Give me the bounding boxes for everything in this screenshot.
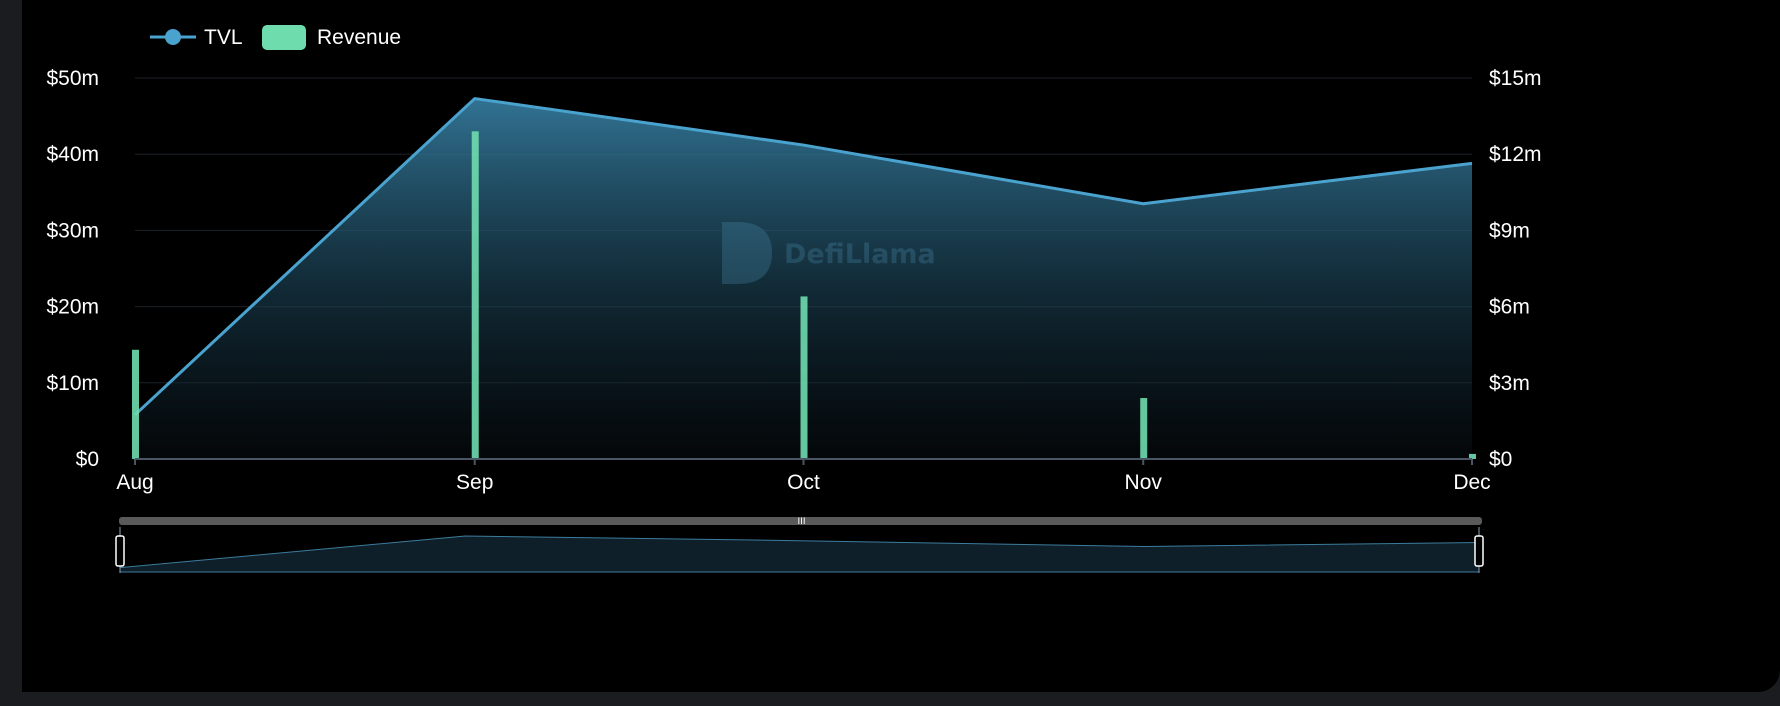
y-left-tick-label: $20m <box>46 296 99 319</box>
y-right-tick-label: $15m <box>1489 67 1542 90</box>
legend-item-revenue[interactable]: Revenue <box>262 25 401 50</box>
y-right-tick-label: $0 <box>1489 448 1512 471</box>
legend-item-tvl[interactable]: TVL <box>150 26 243 49</box>
y-right-tick-label: $9m <box>1489 219 1530 242</box>
x-tick-label: Oct <box>787 471 820 494</box>
legend-revenue-swatch-icon <box>262 25 306 50</box>
legend-tvl-dot-icon <box>165 29 181 45</box>
zoom-slider[interactable]: III <box>115 517 1484 573</box>
legend-label-tvl: TVL <box>204 26 243 49</box>
y-left-tick-label: $10m <box>46 372 99 395</box>
y-right-tick-label: $12m <box>1489 143 1542 166</box>
legend-label-revenue: Revenue <box>317 26 401 49</box>
slider-right-handle[interactable] <box>1474 535 1484 567</box>
y-left-tick-label: $50m <box>46 67 99 90</box>
y-left-tick-label: $30m <box>46 219 99 242</box>
x-tick-label: Sep <box>456 471 493 494</box>
revenue-bar <box>1140 398 1148 459</box>
x-tick-label: Aug <box>116 471 153 494</box>
chart-panel: TVL Revenue DefiLlama $0$10m$20m$30m$40m… <box>22 0 1780 692</box>
slider-left-handle[interactable] <box>115 535 125 567</box>
x-tick-label: Nov <box>1125 471 1163 494</box>
y-left-tick-label: $0 <box>76 448 99 471</box>
y-right-tick-label: $6m <box>1489 296 1530 319</box>
revenue-bar <box>132 349 139 459</box>
slider-grip-icon: III <box>798 517 806 527</box>
slider-preview-area <box>120 536 1479 572</box>
revenue-bar <box>800 296 808 459</box>
y-right-tick-label: $3m <box>1489 372 1530 395</box>
y-left-tick-label: $40m <box>46 143 99 166</box>
tvl-revenue-chart[interactable]: TVL Revenue DefiLlama $0$10m$20m$30m$40m… <box>22 0 1780 692</box>
x-tick-label: Dec <box>1453 471 1490 494</box>
legend: TVL Revenue <box>150 25 401 50</box>
revenue-bar <box>471 131 479 459</box>
